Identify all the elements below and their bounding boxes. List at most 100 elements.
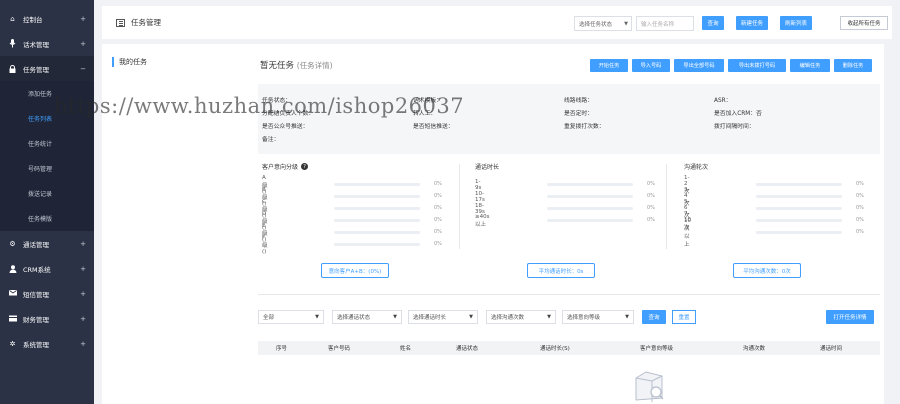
sidebar-item-tasks[interactable]: 任务管理 − [0,56,94,81]
intent-row-bar [334,231,420,234]
filter-rounds-select[interactable]: 选择沟通次数 ▼ [486,310,556,324]
info-line: 线路线路： [564,98,593,104]
col-intent-level: 客户意向等级 [640,346,674,352]
submenu-task-list[interactable]: 任务列表 [0,106,94,131]
rounds-row: 10次以上 [684,218,691,248]
caret-down-icon: ▼ [393,314,397,320]
finance-icon [8,314,17,323]
start-task-button[interactable]: 开始任务 [590,59,628,72]
submenu-add-task[interactable]: 添加任务 [0,81,94,106]
lock-icon [8,64,17,73]
duration-row: 18-39s [475,203,485,215]
caret-down-icon: ▼ [625,314,629,320]
duration-row-label: 10-17s [475,190,485,203]
sidebar-item-label: 系统管理 [23,340,49,349]
duration-row-percent: 0% [647,181,655,187]
select-value: 选择通话时长 [413,315,447,321]
intent-row-percent: 0% [434,193,442,199]
duration-row-label: ≥40s以上 [475,213,490,228]
sidebar-item-finance[interactable]: 财务管理 + [0,306,94,331]
list-icon [116,18,125,27]
sidebar-item-crm[interactable]: CRM系统 + [0,256,94,281]
home-icon: ⌂ [10,14,15,23]
duration-row: 10-17s [475,190,485,203]
intent-title: 客户意向分级 ? [262,162,309,171]
submenu-task-stats[interactable]: 任务统计 [0,131,94,156]
sidebar-item-calls[interactable]: ⚙ 通话管理 + [0,231,94,256]
intent-ab-button[interactable]: 意向客户A+B：(0%) [321,263,389,278]
rounds-row-bar [756,207,842,210]
filter-intent-select[interactable]: 选择意向等级 ▼ [562,310,634,324]
info-retry-interval: 拨打间隔时间： [714,124,755,130]
filter-duration-select[interactable]: 选择通话时长 ▼ [408,310,478,324]
filter-all-select[interactable]: 全部 ▼ [258,310,324,324]
select-value: 选择沟通次数 [491,315,525,321]
rounds-row-percent: 0% [856,181,864,187]
collapse-icon: − [80,64,86,73]
caret-down-icon: ▼ [469,314,473,320]
caret-down-icon: ▼ [547,314,551,320]
sidebar-item-sms[interactable]: 短信管理 + [0,281,94,306]
duration-row-percent: 0% [647,217,655,223]
submenu-dial-records[interactable]: 拨送记录 [0,181,94,206]
submenu-task-templates[interactable]: 任务模版 [0,206,94,231]
expand-icon: + [80,264,86,273]
sidebar-item-scripts[interactable]: 话术管理 + [0,31,94,56]
divider [258,294,880,295]
sidebar-item-label: CRM系统 [23,265,51,274]
sidebar-item-label: 财务管理 [23,315,49,324]
task-name-search-input[interactable]: 输入任务名称 [636,16,694,31]
filter-call-status-select[interactable]: 选择通话状态 ▼ [332,310,402,324]
divider [666,164,667,249]
export-all-numbers-button[interactable]: 导出全部号码 [674,59,724,72]
info-asr: ASR： [714,98,732,104]
filter-query-button[interactable]: 查询 [642,310,666,324]
sms-icon [8,289,17,298]
expand-icon: + [80,239,86,248]
info-add-crm: 是否加入CRM：否 [714,111,762,117]
filter-reset-button[interactable]: 重置 [672,310,696,324]
delete-task-button[interactable]: 删除任务 [834,59,872,72]
import-numbers-button[interactable]: 导入号码 [632,59,670,72]
task-status-select[interactable]: 选择任务状态 ▼ [574,16,632,31]
col-call-status: 通话状态 [456,346,479,352]
sidebar-item-system[interactable]: ✲ 系统管理 + [0,331,94,356]
submenu-number-manage[interactable]: 号码管理 [0,156,94,181]
open-task-detail-button[interactable]: 打开任务详情 [826,310,874,324]
sidebar-item-label: 控制台 [23,15,43,24]
table-header: 序号 客户号码 姓名 通话状态 通话时长(S) 客户意向等级 沟通次数 通话时间 [258,341,880,355]
query-button[interactable]: 查询 [702,16,724,30]
sidebar-item-label: 任务管理 [23,65,49,74]
intent-row-bar [334,207,420,210]
rounds-row-percent: 0% [856,229,864,235]
caret-down-icon: ▼ [624,21,628,27]
duration-row-label: 1-9s [475,178,482,191]
sidebar-item-dashboard[interactable]: ⌂ 控制台 + [0,6,94,31]
my-task-panel: 我的任务 [102,44,268,404]
export-undialed-numbers-button[interactable]: 导出未拨打号码 [728,59,786,72]
rounds-row-percent: 0% [856,205,864,211]
col-index: 序号 [276,346,288,352]
create-task-button[interactable]: 新建任务 [736,16,768,30]
rounds-row-label: 10次以上 [684,217,691,248]
info-task-status: 任务状态： [262,98,291,104]
refresh-list-button[interactable]: 刷新列表 [780,16,812,30]
edit-task-button[interactable]: 编辑任务 [790,59,830,72]
avg-duration-button[interactable]: 平均通话时长：0s [527,263,595,278]
rounds-row-bar [756,231,842,234]
info-remark: 备注： [262,137,280,143]
intent-row-percent: 0% [434,181,442,187]
page-title: 任务管理 [131,18,161,27]
avg-rounds-button[interactable]: 平均沟通次数：0次 [733,263,801,278]
rounds-row-bar [756,183,842,186]
rounds-row-percent: 0% [856,193,864,199]
divider [459,164,460,249]
col-call-time: 通话时间 [820,346,843,352]
help-icon[interactable]: ? [301,163,309,170]
collapse-all-button[interactable]: 收起所有任务 [840,16,888,30]
mic-icon [8,39,17,48]
expand-icon: + [80,289,86,298]
task-info-box: 任务状态： 话术模板： 线路线路： ASR： 分配给负责人个数： 转人工： 是否… [258,84,880,154]
intent-row-percent: 0% [434,205,442,211]
intent-row-bar [334,183,420,186]
